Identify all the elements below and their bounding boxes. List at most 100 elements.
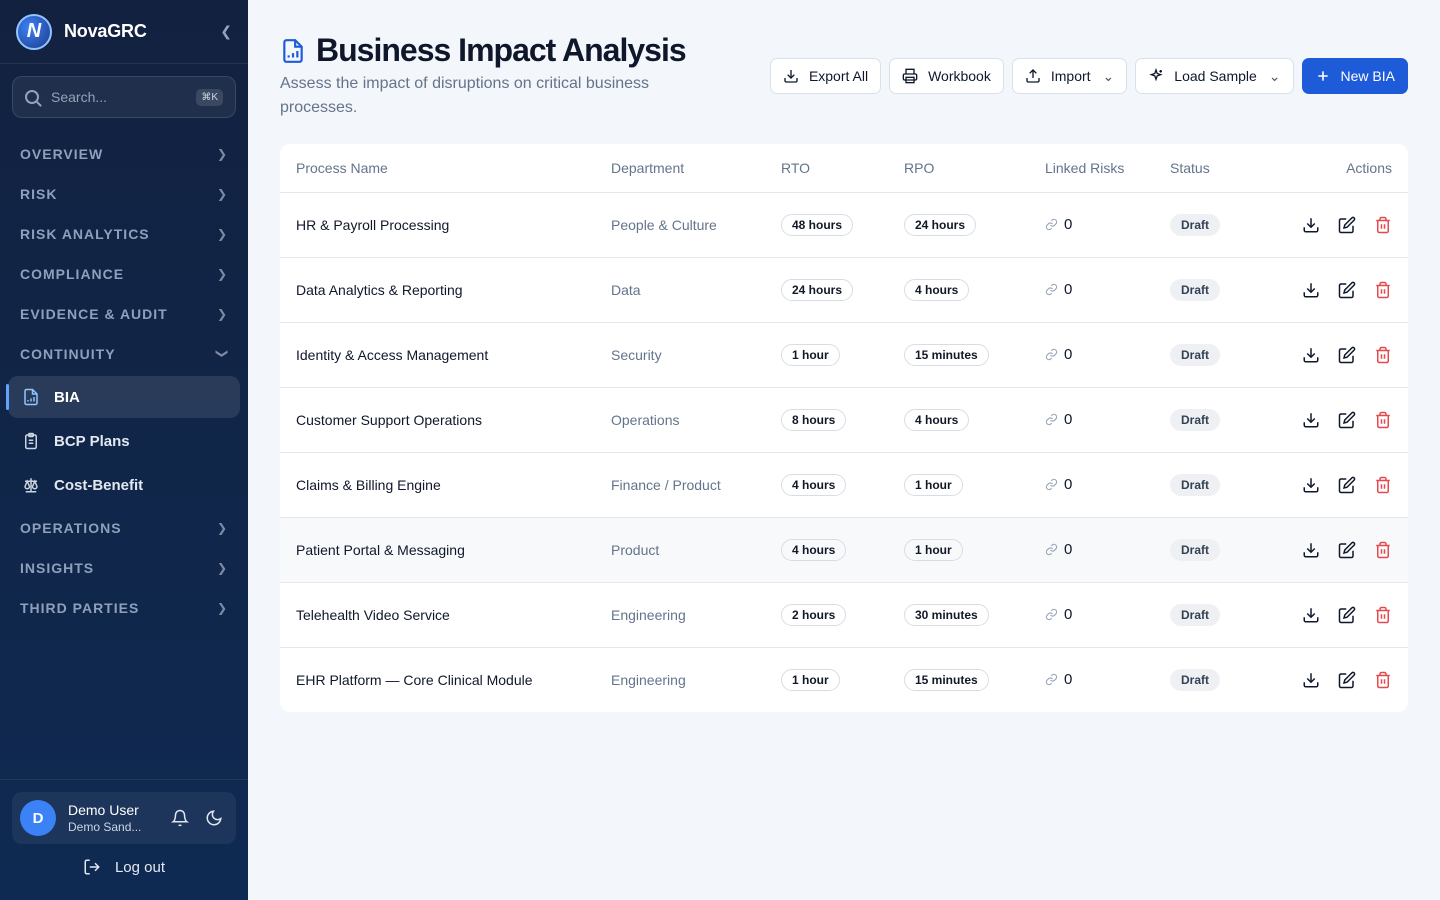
sidebar-item-bia[interactable]: BIA xyxy=(6,376,240,418)
trash-icon[interactable] xyxy=(1374,476,1392,494)
nav-group-operations[interactable]: OPERATIONS ❯ xyxy=(0,508,248,548)
trash-icon[interactable] xyxy=(1374,216,1392,234)
trash-icon[interactable] xyxy=(1374,281,1392,299)
linked-risks: 0 xyxy=(1045,671,1138,688)
cell-process-name[interactable]: EHR Platform — Core Clinical Module xyxy=(280,647,595,712)
cell-rpo: 30 minutes xyxy=(888,582,1029,648)
import-button[interactable]: Import ⌄ xyxy=(1011,58,1128,94)
brand-logo: N xyxy=(16,13,52,50)
table-row[interactable]: Telehealth Video Service Engineering 2 hou… xyxy=(280,582,1408,648)
trash-icon[interactable] xyxy=(1374,411,1392,429)
rto-badge: 1 hour xyxy=(781,668,840,691)
chevron-right-icon: ❯ xyxy=(216,521,228,535)
sidebar-item-cost-benefit[interactable]: Cost-Benefit xyxy=(8,464,240,506)
column-header[interactable]: RTO xyxy=(765,144,888,193)
edit-icon[interactable] xyxy=(1338,346,1356,364)
download-icon[interactable] xyxy=(1302,411,1320,429)
download-icon[interactable] xyxy=(1302,216,1320,234)
cell-status: Draft xyxy=(1154,387,1264,453)
collapse-sidebar-icon[interactable]: ❮ xyxy=(220,23,232,40)
trash-icon[interactable] xyxy=(1374,346,1392,364)
sidebar-item-bcp-plans[interactable]: BCP Plans xyxy=(8,420,240,462)
edit-icon[interactable] xyxy=(1338,281,1356,299)
cell-linked-risks: 0 xyxy=(1029,322,1154,388)
column-header[interactable]: Status xyxy=(1154,144,1264,193)
cell-process-name[interactable]: Claims & Billing Engine xyxy=(280,452,595,518)
bell-icon[interactable] xyxy=(166,804,194,832)
cell-process-name[interactable]: HR & Payroll Processing xyxy=(280,192,595,258)
table-row[interactable]: Identity & Access Management Security 1 ho… xyxy=(280,322,1408,388)
table-row[interactable]: HR & Payroll Processing People & Culture 4… xyxy=(280,192,1408,258)
edit-icon[interactable] xyxy=(1338,606,1356,624)
column-header[interactable]: Process Name xyxy=(280,144,595,193)
logout-button[interactable]: Log out xyxy=(0,858,248,876)
download-icon[interactable] xyxy=(1302,606,1320,624)
trash-icon[interactable] xyxy=(1374,671,1392,689)
search-box[interactable]: Search... ⌘K xyxy=(12,76,236,118)
column-header[interactable]: RPO xyxy=(888,144,1029,193)
nav-group-insights[interactable]: INSIGHTS ❯ xyxy=(0,548,248,588)
nav-group-risk[interactable]: RISK ❯ xyxy=(0,174,248,214)
moon-icon[interactable] xyxy=(200,804,228,832)
column-header: Actions xyxy=(1264,144,1408,193)
table-row[interactable]: Claims & Billing Engine Finance / Product… xyxy=(280,452,1408,518)
download-icon[interactable] xyxy=(1302,541,1320,559)
cell-department: Operations xyxy=(595,387,765,453)
edit-icon[interactable] xyxy=(1338,476,1356,494)
cell-department: Engineering xyxy=(611,671,686,688)
nav-group-compliance[interactable]: COMPLIANCE ❯ xyxy=(0,254,248,294)
export-all-button[interactable]: Export All xyxy=(769,58,882,94)
table-row[interactable]: Customer Support Operations Operations 8 h… xyxy=(280,387,1408,453)
cell-process-name[interactable]: Identity & Access Management xyxy=(280,322,595,388)
edit-icon[interactable] xyxy=(1338,216,1356,234)
page-header: Business Impact Analysis xyxy=(280,32,687,69)
edit-icon[interactable] xyxy=(1338,541,1356,559)
rpo-badge: 4 hours xyxy=(904,408,970,431)
download-icon[interactable] xyxy=(1302,346,1320,364)
sidebar-item-label: Cost-Benefit xyxy=(54,476,144,494)
column-header[interactable]: Linked Risks xyxy=(1029,144,1154,193)
cell-process-name[interactable]: Data Analytics & Reporting xyxy=(280,257,595,323)
download-icon[interactable] xyxy=(1302,281,1320,299)
link-icon xyxy=(1045,674,1058,686)
edit-icon[interactable] xyxy=(1338,411,1356,429)
trash-icon[interactable] xyxy=(1374,541,1392,559)
rto-badge: 8 hours xyxy=(781,408,847,431)
table-row[interactable]: EHR Platform — Core Clinical Module Engin… xyxy=(280,647,1408,712)
table-row[interactable]: Patient Portal & Messaging Product 4 hours… xyxy=(280,517,1408,583)
cell-actions xyxy=(1264,582,1408,648)
column-header[interactable]: Department xyxy=(595,144,765,193)
cell-department: People & Culture xyxy=(595,192,765,258)
cell-actions xyxy=(1264,257,1408,323)
nav-group-third-parties[interactable]: THIRD PARTIES ❯ xyxy=(0,588,248,628)
cell-department: Security xyxy=(595,322,765,388)
chevron-right-icon: ❯ xyxy=(216,601,228,615)
rpo-badge: 30 minutes xyxy=(904,603,989,626)
search-input[interactable]: Search... xyxy=(51,89,196,105)
button-label: Import xyxy=(1050,68,1091,84)
plus-icon xyxy=(1317,71,1328,81)
cell-status: Draft xyxy=(1154,322,1264,388)
table-row[interactable]: Data Analytics & Reporting Data 24 hours 4 … xyxy=(280,257,1408,323)
row-actions xyxy=(1280,346,1392,364)
new-bia-button[interactable]: New BIA xyxy=(1301,58,1408,94)
nav-group-continuity[interactable]: CONTINUITY ❯ xyxy=(0,334,248,374)
download-icon[interactable] xyxy=(1302,476,1320,494)
cell-status: Draft xyxy=(1154,257,1264,323)
cell-process-name[interactable]: Patient Portal & Messaging xyxy=(280,517,595,583)
trash-icon[interactable] xyxy=(1374,606,1392,624)
nav-group-overview[interactable]: OVERVIEW ❯ xyxy=(0,134,248,174)
cell-process-name[interactable]: Telehealth Video Service xyxy=(280,582,595,648)
cell-rto: 48 hours xyxy=(765,192,888,258)
user-card[interactable]: D Demo User Demo Sand... xyxy=(12,792,236,844)
chevron-right-icon: ❯ xyxy=(216,187,228,201)
workbook-button[interactable]: Workbook xyxy=(889,58,1004,94)
download-icon[interactable] xyxy=(1302,671,1320,689)
load-sample-button[interactable]: Load Sample ⌄ xyxy=(1135,58,1294,94)
edit-icon[interactable] xyxy=(1338,671,1356,689)
cell-linked-risks: 0 xyxy=(1029,582,1154,648)
cell-process-name[interactable]: Customer Support Operations xyxy=(280,387,595,453)
nav-group-evidence-audit[interactable]: EVIDENCE & AUDIT ❯ xyxy=(0,294,248,334)
nav-group-risk-analytics[interactable]: RISK ANALYTICS ❯ xyxy=(0,214,248,254)
cell-rto: 1 hour xyxy=(765,322,888,388)
